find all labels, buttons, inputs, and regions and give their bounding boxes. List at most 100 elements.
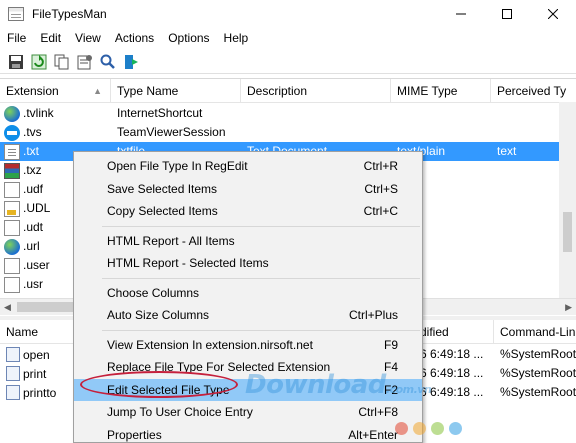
extension-cell: .tvlink <box>0 104 111 123</box>
menu-item-label: HTML Report - All Items <box>107 233 235 248</box>
close-button[interactable] <box>530 0 576 28</box>
menu-item-shortcut: Ctrl+Plus <box>348 308 398 322</box>
extension-text: .UDL <box>23 201 51 215</box>
menu-item-choose-columns[interactable]: Choose Columns <box>74 282 422 305</box>
refresh-icon <box>31 54 47 69</box>
menu-edit[interactable]: Edit <box>33 28 68 48</box>
toolbar <box>0 50 576 74</box>
menu-item-jump-to-user-choice[interactable]: Jump To User Choice Entry Ctrl+F8 <box>74 401 422 424</box>
app-icon <box>8 7 24 21</box>
menu-item-properties[interactable]: Properties Alt+Enter <box>74 424 422 443</box>
menu-item-auto-size-columns[interactable]: Auto Size Columns Ctrl+Plus <box>74 304 422 327</box>
menu-item-shortcut: Ctrl+F8 <box>358 405 398 419</box>
menu-file[interactable]: File <box>0 28 33 48</box>
column-header-extension[interactable]: Extension ▲ <box>0 79 111 103</box>
teamviewer-icon <box>4 124 20 141</box>
properties-button[interactable] <box>75 52 95 72</box>
maximize-button[interactable] <box>484 0 530 28</box>
menu-item-label: Choose Columns <box>107 285 200 300</box>
action-name: open <box>23 347 50 362</box>
extension-text: .udt <box>23 220 44 234</box>
menu-item-shortcut: F4 <box>383 360 398 374</box>
find-button[interactable] <box>98 52 118 72</box>
menu-item-open-in-regedit[interactable]: Open File Type In RegEdit Ctrl+R <box>74 155 422 178</box>
command-line-cell: %SystemRoot% <box>500 347 576 361</box>
menu-separator <box>102 329 420 331</box>
extension-text: .user <box>23 258 50 272</box>
blank-file-icon <box>4 219 20 236</box>
menu-item-shortcut: Alt+Enter <box>348 427 398 442</box>
vertical-scrollbar[interactable] <box>559 102 576 298</box>
menu-item-shortcut: F2 <box>383 382 398 397</box>
menu-item-label: Auto Size Columns <box>107 308 210 322</box>
menu-item-label: Replace File Type For Selected Extension <box>107 360 331 374</box>
menu-item-copy-selected[interactable]: Copy Selected Items Ctrl+C <box>74 200 422 223</box>
column-header-perceived-type[interactable]: Perceived Ty <box>491 79 576 103</box>
minimize-button[interactable] <box>438 0 484 28</box>
column-header-command-line[interactable]: Command-Lin <box>494 320 576 344</box>
extension-text: .txz <box>23 163 42 177</box>
command-line-cell: %SystemRoot% <box>500 366 576 380</box>
menu-item-replace-file-type[interactable]: Replace File Type For Selected Extension… <box>74 356 422 379</box>
minimize-icon <box>456 13 466 15</box>
column-label: dified <box>420 325 449 339</box>
copy-button[interactable] <box>52 52 72 72</box>
column-header-type-name[interactable]: Type Name <box>111 79 241 103</box>
menu-item-shortcut: Ctrl+C <box>363 204 398 218</box>
scroll-right-icon[interactable]: ▶ <box>565 302 572 313</box>
type-name-cell: TeamViewerSession <box>117 125 226 139</box>
save-button[interactable] <box>6 52 26 72</box>
refresh-button[interactable] <box>29 52 49 72</box>
exit-button[interactable] <box>121 52 141 72</box>
column-label: Extension <box>6 84 59 98</box>
column-header-mime-type[interactable]: MIME Type <box>391 79 491 103</box>
menu-item-save-selected[interactable]: Save Selected Items Ctrl+S <box>74 178 422 201</box>
menu-item-view-extension-online[interactable]: View Extension In extension.nirsoft.net F… <box>74 334 422 357</box>
menu-item-html-report-all[interactable]: HTML Report - All Items <box>74 230 422 253</box>
menu-item-label: Edit Selected File Type <box>107 382 230 397</box>
blank-file-icon <box>4 257 20 274</box>
modified-cell: 6 6:49:18 ... <box>420 385 484 399</box>
scrollbar-thumb[interactable] <box>563 212 572 252</box>
menu-help[interactable]: Help <box>217 28 256 48</box>
menu-actions[interactable]: Actions <box>108 28 161 48</box>
column-header-modified[interactable]: dified <box>414 320 494 344</box>
extension-text: .usr <box>23 277 44 291</box>
menu-separator <box>102 277 420 279</box>
menu-item-html-report-selected[interactable]: HTML Report - Selected Items <box>74 252 422 275</box>
column-label: Perceived Ty <box>497 84 567 98</box>
menu-item-edit-selected-file-type[interactable]: Edit Selected File Type F2 <box>74 378 422 401</box>
menu-item-label: Jump To User Choice Entry <box>107 405 253 419</box>
menu-view[interactable]: View <box>68 28 108 48</box>
extension-text: .txt <box>23 144 40 158</box>
column-label: Description <box>247 84 308 98</box>
column-header-description[interactable]: Description <box>241 79 391 103</box>
action-icon <box>6 366 20 381</box>
table-row[interactable]: .tvlink InternetShortcut <box>0 104 576 123</box>
text-document-icon <box>4 143 20 160</box>
perceived-type-cell: text <box>497 144 517 158</box>
globe-icon <box>4 105 20 122</box>
table-row[interactable]: .tvs TeamViewerSession <box>0 123 576 142</box>
extension-text: .udf <box>23 182 44 196</box>
find-icon <box>100 54 115 69</box>
save-icon <box>9 54 23 69</box>
menu-options[interactable]: Options <box>161 28 216 48</box>
menu-item-label: View Extension In extension.nirsoft.net <box>107 337 313 352</box>
archive-icon <box>4 162 20 179</box>
properties-icon <box>77 54 92 69</box>
menu-bar: File Edit View Actions Options Help <box>0 28 576 48</box>
extension-text: .url <box>23 239 40 253</box>
modified-cell: 6 6:49:18 ... <box>420 347 484 361</box>
column-label: Type Name <box>117 84 179 98</box>
extensions-header: Extension ▲ Type Name Description MIME T… <box>0 79 576 103</box>
scroll-left-icon[interactable]: ◀ <box>4 302 11 313</box>
column-label: MIME Type <box>397 84 458 98</box>
menu-item-label: Save Selected Items <box>107 181 218 196</box>
data-link-icon <box>4 200 20 217</box>
extension-text: .tvlink <box>23 106 54 120</box>
title-bar: FileTypesMan <box>0 0 576 28</box>
sort-ascending-icon: ▲ <box>93 86 102 96</box>
menu-item-label: Copy Selected Items <box>107 204 218 218</box>
blank-file-icon <box>4 276 20 293</box>
